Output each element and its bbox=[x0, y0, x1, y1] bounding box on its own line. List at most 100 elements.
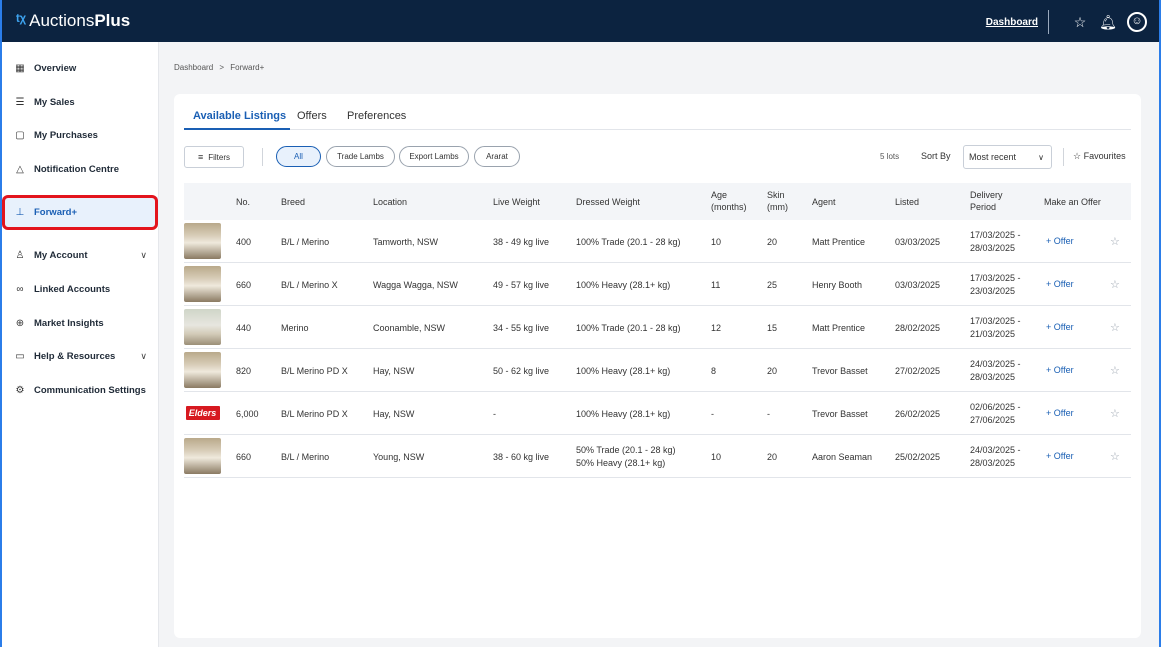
cell-no: 6,000 bbox=[236, 409, 259, 419]
bell-icon: △ bbox=[16, 163, 24, 175]
cell-location: Young, NSW bbox=[373, 452, 425, 462]
make-offer-button[interactable]: + Offer bbox=[1046, 236, 1074, 246]
cell-delivery: 24/03/2025 - bbox=[970, 359, 1021, 369]
chip-export-lambs[interactable]: Export Lambs bbox=[399, 146, 469, 167]
col-age[interactable]: Age (months) bbox=[711, 189, 747, 213]
table-row[interactable]: 440 Merino Coonamble, NSW 34 - 55 kg live 10… bbox=[184, 306, 1131, 349]
listing-thumbnail[interactable] bbox=[184, 223, 221, 259]
cell-no: 820 bbox=[236, 366, 252, 376]
table-row[interactable]: 660 B/L / Merino Young, NSW 38 - 60 kg live… bbox=[184, 435, 1131, 478]
table-row[interactable]: Elders 6,000 B/L Merino PD X Hay, NSW - 100% … bbox=[184, 392, 1131, 435]
tab-available-listings[interactable]: Available Listings bbox=[193, 110, 286, 122]
listing-thumbnail[interactable] bbox=[184, 352, 221, 388]
col-live-weight[interactable]: Live Weight bbox=[493, 196, 540, 208]
cell-delivery: 24/03/2025 - bbox=[970, 445, 1021, 455]
cell-listed: 26/02/2025 bbox=[895, 409, 941, 419]
cell-live-weight: 38 - 49 kg live bbox=[493, 237, 550, 247]
cell-age: 11 bbox=[711, 280, 721, 290]
cell-no: 660 bbox=[236, 280, 252, 290]
star-icon[interactable]: ☆ bbox=[1071, 14, 1089, 31]
cell-agent: Matt Prentice bbox=[812, 237, 866, 247]
make-offer-button[interactable]: + Offer bbox=[1046, 451, 1074, 461]
cell-delivery: 17/03/2025 - bbox=[970, 230, 1021, 240]
col-location[interactable]: Location bbox=[373, 196, 407, 208]
filters-button-label: Filters bbox=[208, 152, 231, 162]
tab-preferences[interactable]: Preferences bbox=[347, 110, 406, 122]
elders-logo: Elders bbox=[185, 406, 220, 420]
make-offer-button[interactable]: + Offer bbox=[1046, 408, 1074, 418]
tab-offers[interactable]: Offers bbox=[297, 110, 327, 122]
make-offer-button[interactable]: + Offer bbox=[1046, 279, 1074, 289]
favourite-star-icon[interactable]: ☆ bbox=[1110, 407, 1120, 420]
table-row[interactable]: 660 B/L / Merino X Wagga Wagga, NSW 49 - 57… bbox=[184, 263, 1131, 306]
favourite-star-icon[interactable]: ☆ bbox=[1110, 235, 1120, 248]
listing-thumbnail[interactable] bbox=[184, 266, 221, 302]
cell-listed: 27/02/2025 bbox=[895, 366, 941, 376]
col-listed[interactable]: Listed bbox=[895, 196, 919, 208]
sort-select[interactable]: Most recent ∨ bbox=[963, 145, 1052, 169]
sidebar-item-my-account[interactable]: ♙ My Account ∨ bbox=[2, 240, 159, 270]
col-breed[interactable]: Breed bbox=[281, 196, 305, 208]
chip-ararat[interactable]: Ararat bbox=[474, 146, 520, 167]
cell-agent: Henry Booth bbox=[812, 280, 863, 290]
breadcrumb-separator: > bbox=[219, 63, 225, 72]
filter-bar: ≡ Filters All Trade Lambs Export Lambs Ar… bbox=[184, 145, 1131, 169]
col-delivery[interactable]: Delivery Period bbox=[970, 189, 1003, 213]
col-skin[interactable]: Skin (mm) bbox=[767, 189, 788, 213]
cell-age: - bbox=[711, 409, 714, 419]
sidebar-item-help-resources[interactable]: ▭ Help & Resources ∨ bbox=[2, 341, 159, 371]
favourite-star-icon[interactable]: ☆ bbox=[1110, 450, 1120, 463]
sidebar-item-notification-centre[interactable]: △ Notification Centre bbox=[2, 154, 159, 184]
cell-dressed-weight: 100% Trade (20.1 - 28 kg) bbox=[576, 237, 681, 247]
chip-all[interactable]: All bbox=[276, 146, 321, 167]
col-no[interactable]: No. bbox=[236, 196, 250, 208]
sidebar-item-overview[interactable]: ▦ Overview bbox=[2, 53, 159, 83]
favourites-toggle[interactable]: ☆ Favourites bbox=[1073, 151, 1126, 162]
bell-icon[interactable]: 🔔︎ bbox=[1099, 14, 1117, 31]
user-icon[interactable]: ☺ bbox=[1127, 12, 1147, 32]
table-row[interactable]: 820 B/L Merino PD X Hay, NSW 50 - 62 kg liv… bbox=[184, 349, 1131, 392]
gear-icon: ⚙ bbox=[15, 384, 25, 396]
cell-dressed-weight: 100% Trade (20.1 - 28 kg) bbox=[576, 323, 681, 333]
sidebar-item-label: Market Insights bbox=[34, 317, 104, 329]
favourite-star-icon[interactable]: ☆ bbox=[1110, 364, 1120, 377]
listing-thumbnail[interactable] bbox=[184, 309, 221, 345]
cell-live-weight: 50 - 62 kg live bbox=[493, 366, 550, 376]
breadcrumb-home[interactable]: Dashboard bbox=[174, 63, 213, 72]
make-offer-button[interactable]: + Offer bbox=[1046, 322, 1074, 332]
sidebar-item-label: My Account bbox=[34, 249, 88, 261]
table-row[interactable]: 400 B/L / Merino Tamworth, NSW 38 - 49 kg l… bbox=[184, 220, 1131, 263]
cell-listed: 25/02/2025 bbox=[895, 452, 941, 462]
book-icon: ▭ bbox=[15, 350, 25, 362]
make-offer-button[interactable]: + Offer bbox=[1046, 365, 1074, 375]
sidebar-item-label: Linked Accounts bbox=[34, 283, 111, 295]
sidebar-item-my-sales[interactable]: ☰ My Sales bbox=[2, 87, 159, 117]
sidebar-item-market-insights[interactable]: ⊕ Market Insights bbox=[2, 308, 159, 338]
cell-delivery: 27/06/2025 bbox=[970, 415, 1016, 425]
col-make-offer: Make an Offer bbox=[1044, 197, 1101, 207]
chip-trade-lambs[interactable]: Trade Lambs bbox=[326, 146, 395, 167]
tab-bar: Available Listings Offers Preferences bbox=[184, 105, 1131, 130]
listing-thumbnail[interactable]: Elders bbox=[184, 395, 221, 431]
sidebar-item-communication-settings[interactable]: ⚙ Communication Settings bbox=[2, 375, 159, 405]
dashboard-link[interactable]: Dashboard bbox=[986, 17, 1038, 28]
cell-skin: 20 bbox=[767, 452, 778, 462]
filters-button[interactable]: ≡ Filters bbox=[184, 146, 244, 168]
breadcrumb: Dashboard > Forward+ bbox=[174, 63, 264, 72]
top-bar: ᵗᵡ Auctions Plus Dashboard ☆ 🔔︎ ☺ bbox=[2, 0, 1159, 42]
cell-dressed-weight: 100% Heavy (28.1+ kg) bbox=[576, 280, 671, 290]
favourite-star-icon[interactable]: ☆ bbox=[1110, 321, 1120, 334]
listing-thumbnail[interactable] bbox=[184, 438, 221, 474]
cell-skin: 15 bbox=[767, 323, 778, 333]
favourite-star-icon[interactable]: ☆ bbox=[1110, 278, 1120, 291]
cell-no: 400 bbox=[236, 237, 252, 247]
main-content: Dashboard > Forward+ Available Listings … bbox=[159, 42, 1159, 647]
cell-location: Hay, NSW bbox=[373, 366, 415, 376]
cell-delivery: 21/03/2025 bbox=[970, 329, 1016, 339]
sidebar-item-my-purchases[interactable]: ▢ My Purchases bbox=[2, 120, 159, 150]
col-dressed-weight[interactable]: Dressed Weight bbox=[576, 196, 640, 208]
sidebar-item-linked-accounts[interactable]: ∞ Linked Accounts bbox=[2, 274, 159, 304]
auctionsplus-logo[interactable]: ᵗᵡ Auctions Plus bbox=[16, 11, 130, 31]
col-agent[interactable]: Agent bbox=[812, 196, 836, 208]
sidebar-item-label: My Sales bbox=[34, 96, 75, 108]
